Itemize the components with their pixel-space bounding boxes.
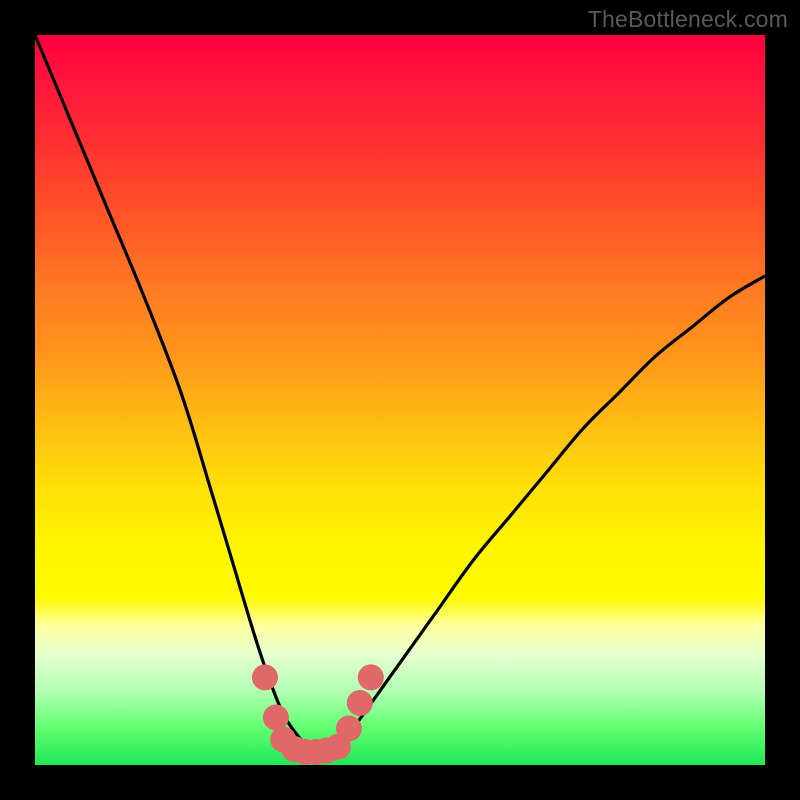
marker-group (252, 664, 384, 764)
chart-svg (35, 35, 765, 765)
data-marker (347, 690, 373, 716)
data-marker (252, 664, 278, 690)
plot-gradient-area (35, 35, 765, 765)
chart-container: { "watermark": "TheBottleneck.com", "col… (0, 0, 800, 800)
curve-group (35, 35, 765, 751)
data-marker (358, 664, 384, 690)
watermark-text: TheBottleneck.com (588, 6, 788, 33)
data-marker (336, 716, 362, 742)
bottleneck-curve (35, 35, 765, 751)
